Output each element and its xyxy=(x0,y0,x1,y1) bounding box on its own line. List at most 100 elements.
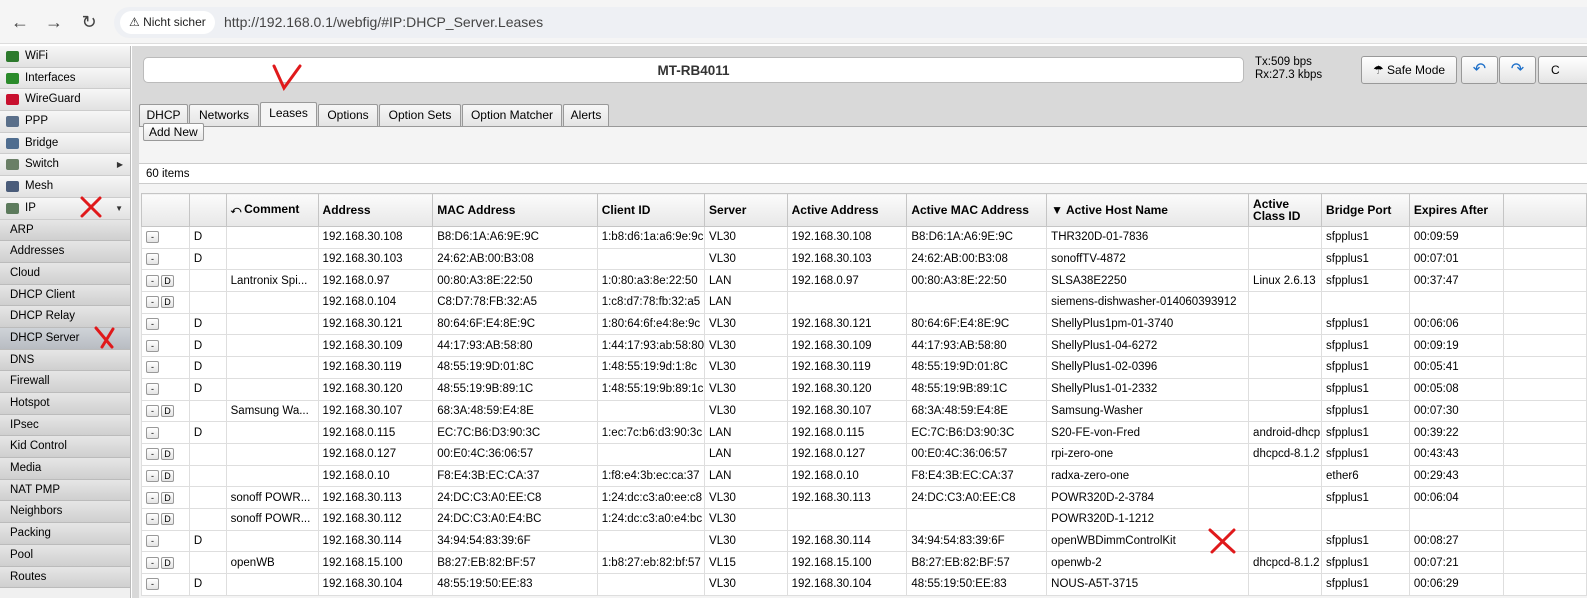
sidebar-subitem-kid-control[interactable]: Kid Control xyxy=(0,436,130,459)
sidebar-subitem-routes[interactable]: Routes xyxy=(0,566,130,589)
disable-button[interactable]: D xyxy=(161,556,174,569)
table-row[interactable]: - DopenWB 192.168.15.100 B8:27:EB:82:BF:57 1… xyxy=(141,551,1587,574)
sidebar-item-bridge[interactable]: Bridge xyxy=(0,132,130,155)
table-row[interactable]: - Dsonoff POWR... 192.168.30.112 24:DC:C3:A… xyxy=(141,507,1587,531)
disable-button[interactable]: D xyxy=(161,404,174,417)
sidebar-subitem-dhcp-relay[interactable]: DHCP Relay xyxy=(0,306,130,328)
remove-button[interactable]: - xyxy=(146,556,159,569)
column-header[interactable]: ▼ Active Host Name xyxy=(1046,193,1250,227)
table-row[interactable]: - D 192.168.0.115 EC:7C:B6:D3:90:3C 1:ec:7c:… xyxy=(141,421,1587,444)
remove-button[interactable]: - xyxy=(146,448,159,461)
url-text[interactable]: http://192.168.0.1/webfig/#IP:DHCP_Serve… xyxy=(224,14,543,30)
sidebar-subitem-media[interactable]: Media xyxy=(0,458,130,480)
address-bar[interactable]: ⚠ Nicht sicher http://192.168.0.1/webfig… xyxy=(114,7,1587,38)
remove-button[interactable]: - xyxy=(146,339,159,352)
sidebar-subitem-ipsec[interactable]: IPsec xyxy=(0,414,130,437)
column-header[interactable]: Active Class ID xyxy=(1248,193,1323,227)
sidebar-subitem-packing[interactable]: Packing xyxy=(0,523,130,545)
sidebar-subitem-pool[interactable]: Pool xyxy=(0,544,130,567)
remove-button[interactable]: - xyxy=(146,253,159,266)
table-row[interactable]: - D 192.168.30.121 80:64:6F:E4:8E:9C 1:80:64… xyxy=(141,312,1587,336)
undo-button[interactable]: ↶ xyxy=(1461,56,1498,84)
tab-option-matcher[interactable]: Option Matcher xyxy=(462,104,562,126)
disable-button[interactable]: D xyxy=(161,491,174,504)
remove-button[interactable]: - xyxy=(146,404,159,417)
server-cell: VL30 xyxy=(704,312,788,336)
sidebar-item-interfaces[interactable]: Interfaces xyxy=(0,67,130,90)
sidebar-subitem-nat-pmp[interactable]: NAT PMP xyxy=(0,479,130,502)
remove-button[interactable]: - xyxy=(146,513,159,526)
remove-button[interactable]: - xyxy=(146,361,159,374)
table-row[interactable]: - D 192.168.30.104 48:55:19:50:EE:83 VL30 192… xyxy=(141,573,1587,596)
disable-button[interactable]: D xyxy=(161,448,174,461)
sidebar-subitem-firewall[interactable]: Firewall xyxy=(0,371,130,393)
table-row[interactable]: - D 192.168.0.104 C8:D7:78:FB:32:A5 1:c8:d7:… xyxy=(141,291,1587,314)
tab-alerts[interactable]: Alerts xyxy=(563,104,609,126)
sidebar-subitem-dhcp-server[interactable]: DHCP Server xyxy=(0,327,130,350)
disable-button[interactable]: D xyxy=(161,513,174,526)
tab-option-sets[interactable]: Option Sets xyxy=(379,104,461,126)
sidebar-item-wifi[interactable]: WiFi xyxy=(0,46,130,68)
column-header[interactable]: Server xyxy=(704,193,788,227)
table-row[interactable]: - D 192.168.30.114 34:94:54:83:39:6F VL30 192… xyxy=(141,529,1587,553)
add-new-button[interactable]: Add New xyxy=(143,123,204,141)
column-header[interactable] xyxy=(188,193,227,227)
remove-button[interactable]: - xyxy=(146,534,159,547)
column-header[interactable]: ⤺ Comment xyxy=(225,193,319,227)
forward-arrow-icon[interactable]: → xyxy=(42,10,66,34)
disable-button[interactable]: D xyxy=(161,296,174,309)
sidebar-subitem-neighbors[interactable]: Neighbors xyxy=(0,501,130,524)
table-row[interactable]: - D 192.168.0.10 F8:E4:3B:EC:CA:37 1:f8:e4:3… xyxy=(141,464,1587,488)
disable-button[interactable]: D xyxy=(161,469,174,482)
remove-button[interactable]: - xyxy=(146,578,159,591)
table-row[interactable]: - D 192.168.0.127 00:E0:4C:36:06:57 LAN 192.1… xyxy=(141,442,1587,466)
table-row[interactable]: - D 192.168.30.103 24:62:AB:00:B3:08 VL30 192… xyxy=(141,247,1587,271)
sidebar-subitem-hotspot[interactable]: Hotspot xyxy=(0,393,130,415)
column-header[interactable]: Active MAC Address xyxy=(906,193,1048,227)
column-header[interactable]: Expires After xyxy=(1408,193,1504,227)
table-row[interactable]: - D Samsung Wa... 192.168.30.107 68:3A:48:59… xyxy=(141,399,1587,423)
table-row[interactable]: - D 192.168.30.109 44:17:93:AB:58:80 1:44:17… xyxy=(141,334,1587,358)
reload-icon[interactable]: ↻ xyxy=(77,10,101,34)
table-row[interactable]: - D 192.168.30.108 B8:D6:1A:A6:9E:9C 1:b8:d6… xyxy=(141,226,1587,249)
safe-mode-button[interactable]: ☂ Safe Mode xyxy=(1361,56,1457,84)
server-cell: LAN xyxy=(704,291,788,314)
table-row[interactable]: - D Lantronix Spi... 192.168.0.97 00:80:A3:8… xyxy=(141,269,1587,293)
remove-button[interactable]: - xyxy=(146,383,159,396)
sidebar-item-mesh[interactable]: Mesh xyxy=(0,176,130,198)
insecure-badge[interactable]: ⚠ Nicht sicher xyxy=(120,11,215,34)
remove-button[interactable]: - xyxy=(146,296,159,309)
disable-button[interactable]: D xyxy=(161,274,174,287)
column-header[interactable]: Active Address xyxy=(786,193,908,227)
sidebar-item-ip[interactable]: IP ▼ xyxy=(0,197,130,220)
column-header[interactable] xyxy=(141,193,190,227)
redo-button[interactable]: ↷ xyxy=(1499,56,1536,84)
column-header[interactable]: Address xyxy=(317,193,434,227)
sidebar-item-ppp[interactable]: PPP xyxy=(0,111,130,133)
back-arrow-icon[interactable]: ← xyxy=(8,10,32,34)
table-row[interactable]: - D 192.168.30.119 48:55:19:9D:01:8C 1:48:55… xyxy=(141,356,1587,379)
column-header[interactable] xyxy=(1502,193,1587,227)
remove-button[interactable]: - xyxy=(146,231,159,244)
remove-button[interactable]: - xyxy=(146,426,159,439)
sidebar-item-switch[interactable]: Switch ▶ xyxy=(0,154,130,177)
remove-button[interactable]: - xyxy=(146,318,159,331)
remove-button[interactable]: - xyxy=(146,274,159,287)
sidebar: WiFi Interfaces WireGuard PPP Bridge Switch ▶ M… xyxy=(0,46,131,598)
column-header[interactable]: Bridge Port xyxy=(1321,193,1410,227)
table-row[interactable]: - Dsonoff POWR... 192.168.30.113 24:DC:C3:A… xyxy=(141,486,1587,509)
tab-leases[interactable]: Leases xyxy=(260,102,317,127)
column-header[interactable]: Client ID xyxy=(596,193,706,227)
table-row[interactable]: - D 192.168.30.120 48:55:19:9B:89:1C 1:48:55… xyxy=(141,377,1587,401)
sidebar-subitem-dhcp-client[interactable]: DHCP Client xyxy=(0,284,130,307)
sidebar-subitem-addresses[interactable]: Addresses xyxy=(0,241,130,263)
column-header[interactable]: MAC Address xyxy=(432,193,598,227)
extra-button[interactable]: C xyxy=(1538,56,1587,84)
remove-button[interactable]: - xyxy=(146,469,159,482)
tab-options[interactable]: Options xyxy=(318,104,378,126)
sidebar-item-wireguard[interactable]: WireGuard xyxy=(0,89,130,112)
sidebar-subitem-cloud[interactable]: Cloud xyxy=(0,262,130,285)
sidebar-subitem-arp[interactable]: ARP xyxy=(0,219,130,242)
sidebar-subitem-dns[interactable]: DNS xyxy=(0,349,130,372)
remove-button[interactable]: - xyxy=(146,491,159,504)
